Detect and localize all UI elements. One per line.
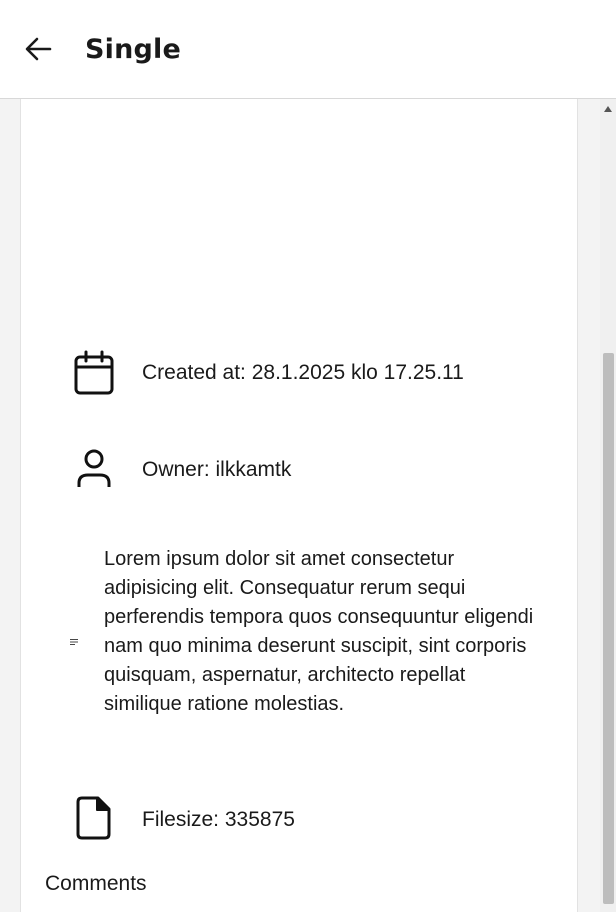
file-icon bbox=[76, 796, 111, 840]
description-text: Lorem ipsum dolor sit amet consectetur a… bbox=[104, 548, 534, 715]
calendar-icon bbox=[74, 350, 114, 395]
triangle-up-icon bbox=[604, 106, 612, 112]
back-button[interactable] bbox=[20, 31, 56, 67]
media-details-card: Created at: 28.1.2025 klo 17.25.11 Owner… bbox=[20, 99, 578, 912]
page-title: Single bbox=[85, 34, 182, 65]
created-at-text: Created at: 28.1.2025 klo 17.25.11 bbox=[142, 361, 464, 384]
scroll-up-button[interactable] bbox=[602, 103, 614, 115]
comments-heading: Comments bbox=[45, 872, 147, 895]
scroll-thumb[interactable] bbox=[603, 353, 614, 904]
content-area: Created at: 28.1.2025 klo 17.25.11 Owner… bbox=[0, 99, 616, 912]
app-bar: Single bbox=[0, 0, 616, 99]
description-icon bbox=[70, 639, 78, 645]
arrow-left-icon bbox=[25, 37, 52, 61]
filesize-text: Filesize: 335875 bbox=[142, 808, 295, 831]
owner-text: Owner: ilkkamtk bbox=[142, 458, 292, 481]
person-icon bbox=[77, 449, 111, 487]
